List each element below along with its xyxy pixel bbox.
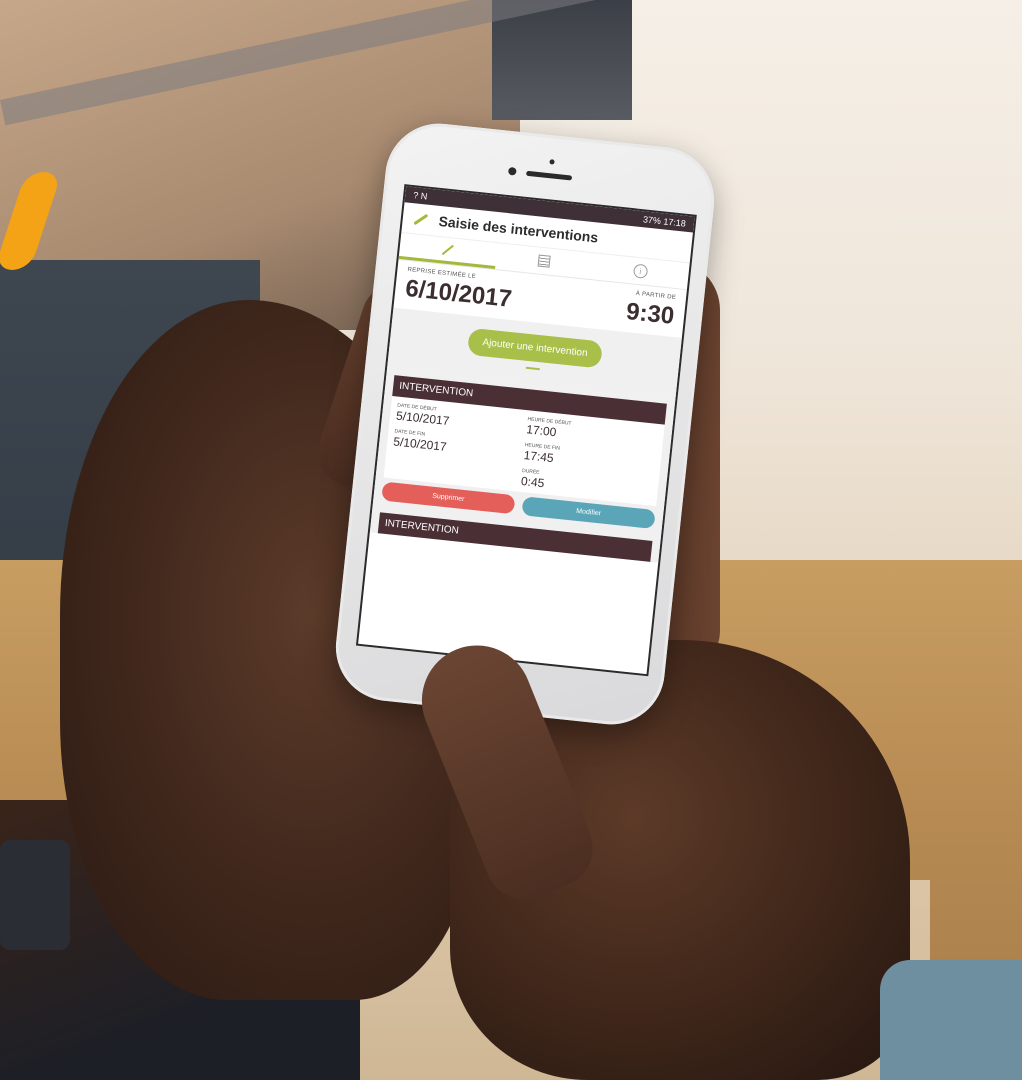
wristwatch [0, 840, 70, 950]
resume-time-block: À partir de 9:30 [624, 290, 676, 331]
status-left: ? N [413, 190, 428, 201]
smartphone: ? N 37% 17:18 Saisie des interventions i… [330, 118, 720, 730]
window-pillar [492, 0, 632, 120]
resume-time-value: 9:30 [624, 298, 676, 330]
list-icon [537, 254, 551, 268]
phone-screen: ? N 37% 17:18 Saisie des interventions i… [355, 184, 697, 677]
battery-clock: 37% 17:18 [642, 214, 687, 229]
front-camera [507, 166, 517, 176]
intervention-list: Intervention Date de début 5/10/2017 Heu… [369, 370, 676, 563]
add-divider [525, 366, 540, 371]
earpiece-speaker [525, 170, 573, 181]
add-intervention-button[interactable]: Ajouter une intervention [467, 327, 603, 369]
notification-icons: ? N [412, 190, 428, 202]
status-right: 37% 17:18 [642, 214, 686, 228]
info-icon: i [632, 263, 648, 279]
resume-date-block: Reprise estimée le 6/10/2017 [404, 267, 514, 314]
photo-scene: ? N 37% 17:18 Saisie des interventions i… [0, 0, 1022, 1080]
proximity-sensor [549, 159, 555, 165]
pencil-icon [442, 244, 455, 255]
pencil-icon [413, 213, 429, 225]
right-sleeve [880, 960, 1022, 1080]
